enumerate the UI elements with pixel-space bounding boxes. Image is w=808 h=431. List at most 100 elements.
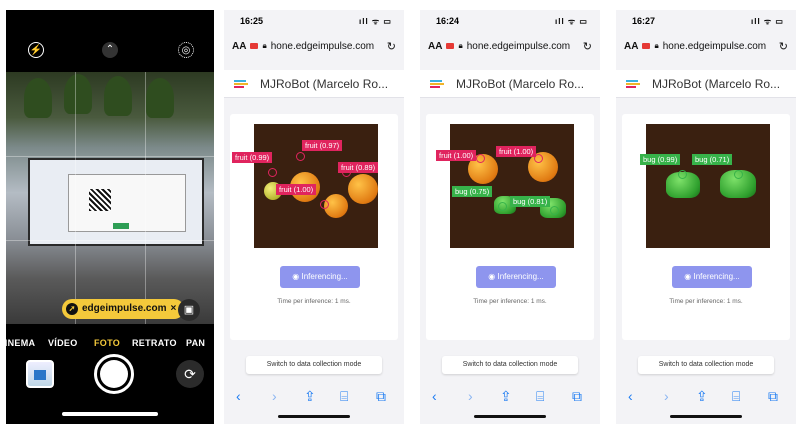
page-header: MJRoBot (Marcelo Ro... [616, 70, 796, 98]
edge-impulse-logo [234, 80, 248, 89]
camera-viewfinder[interactable] [6, 72, 214, 324]
address-bar[interactable]: AA 🔒︎ hone.edgeimpulse.com ↻ [424, 34, 596, 58]
close-icon[interactable]: × [170, 299, 176, 319]
chevron-up-icon[interactable]: ⌃ [102, 42, 118, 58]
camera-app: ⚡ ⌃ ◎ ➚ edgeimpulse.com × ▣ CINEMA VÍDEO… [6, 10, 214, 424]
green-button [113, 223, 129, 229]
inferencing-button[interactable]: ◉ Inferencing... [476, 266, 556, 288]
forward-icon[interactable]: › [664, 388, 669, 404]
back-icon[interactable]: ‹ [432, 388, 437, 404]
qr-code-pill[interactable]: ➚ edgeimpulse.com × [62, 299, 185, 319]
camera-in-use-icon [642, 43, 651, 49]
detection-marker [498, 202, 507, 211]
home-indicator [62, 412, 158, 416]
tabs-icon[interactable]: ⧉ [768, 388, 778, 405]
lock-icon: 🔒︎ [654, 41, 659, 50]
mode-pan[interactable]: PAN [186, 338, 205, 348]
text-size-button[interactable]: AA [428, 41, 442, 52]
detection-label: fruit (1.00) [276, 184, 317, 195]
plant [64, 74, 92, 114]
flip-camera-icon[interactable]: ⟳ [176, 360, 204, 388]
text-size-button[interactable]: AA [624, 41, 638, 52]
browser-toolbar: ‹ › ⇪ ⌸ ⧉ [420, 384, 600, 408]
reload-icon[interactable]: ↻ [387, 40, 396, 53]
share-icon[interactable]: ⇪ [304, 388, 316, 405]
detection-marker [296, 152, 305, 161]
bookmarks-icon[interactable]: ⌸ [732, 388, 740, 405]
signal-wifi-battery-icon: ıll ᯤ ▭ [555, 17, 588, 26]
detection-label: bug (0.75) [452, 186, 493, 197]
bookmarks-icon[interactable]: ⌸ [536, 388, 544, 405]
home-indicator [474, 415, 546, 418]
address-bar[interactable]: AA 🔒︎ hone.edgeimpulse.com ↻ [620, 34, 792, 58]
page-title: MJRoBot (Marcelo Ro... [652, 77, 781, 91]
switch-mode-button[interactable]: Switch to data collection mode [442, 356, 578, 374]
detection-marker [268, 168, 277, 177]
page-header: MJRoBot (Marcelo Ro... [224, 70, 404, 98]
switch-mode-button[interactable]: Switch to data collection mode [638, 356, 774, 374]
detection-marker [678, 170, 687, 179]
switch-mode-button[interactable]: Switch to data collection mode [246, 356, 382, 374]
url-text[interactable]: hone.edgeimpulse.com [271, 41, 374, 52]
inferencing-button[interactable]: ◉ Inferencing... [280, 266, 360, 288]
camera-in-use-icon [250, 43, 259, 49]
compass-icon: ➚ [66, 303, 78, 315]
inferencing-label: Inferencing... [693, 272, 740, 281]
reload-icon[interactable]: ↻ [779, 40, 788, 53]
share-icon[interactable]: ⇪ [500, 388, 512, 405]
flash-icon[interactable]: ⚡ [28, 42, 44, 58]
home-indicator [278, 415, 350, 418]
browser-screen-3: 16:27 ıll ᯤ ▭ AA 🔒︎ hone.edgeimpulse.com… [616, 10, 796, 424]
plant [146, 78, 174, 118]
share-icon[interactable]: ⇪ [696, 388, 708, 405]
tabs-icon[interactable]: ⧉ [376, 388, 386, 405]
shutter-button[interactable] [94, 354, 134, 394]
scan-text-icon[interactable]: ▣ [178, 299, 200, 321]
tabs-icon[interactable]: ⧉ [572, 388, 582, 405]
forward-icon[interactable]: › [468, 388, 473, 404]
inference-card: fruit (1.00) fruit (1.00) bug (0.75) bug… [426, 114, 594, 340]
time-per-inference: Time per inference: 1 ms. [277, 298, 351, 305]
detection-label: bug (0.99) [640, 154, 681, 165]
orange [348, 174, 378, 204]
detection-label: fruit (0.89) [338, 162, 379, 173]
edge-impulse-logo [626, 80, 640, 89]
browser-screen-2: 16:24 ıll ᯤ ▭ AA 🔒︎ hone.edgeimpulse.com… [420, 10, 600, 424]
plant [24, 78, 52, 118]
bookmarks-icon[interactable]: ⌸ [340, 388, 348, 405]
url-text[interactable]: hone.edgeimpulse.com [663, 41, 766, 52]
detection-marker [476, 154, 485, 163]
detection-marker [320, 200, 329, 209]
inferencing-button[interactable]: ◉ Inferencing... [672, 266, 752, 288]
detection-label: bug (0.71) [692, 154, 733, 165]
live-photo-icon[interactable]: ◎ [178, 42, 194, 58]
mode-cinema[interactable]: CINEMA [6, 338, 35, 348]
monitor-screen [28, 158, 204, 246]
inference-card: bug (0.99) bug (0.71) ◉ Inferencing... T… [622, 114, 790, 340]
text-size-button[interactable]: AA [232, 41, 246, 52]
photo-thumbnail[interactable] [26, 360, 54, 388]
qr-pill-label: edgeimpulse.com [82, 303, 167, 314]
mode-video[interactable]: VÍDEO [48, 338, 78, 348]
camera-in-use-icon [446, 43, 455, 49]
time-per-inference: Time per inference: 1 ms. [669, 298, 743, 305]
inference-card: fruit (0.97) fruit (0.99) fruit (0.89) f… [230, 114, 398, 340]
address-bar[interactable]: AA 🔒︎ hone.edgeimpulse.com ↻ [228, 34, 400, 58]
status-bar: 16:24 ıll ᯤ ▭ [420, 10, 600, 32]
detection-marker [734, 170, 743, 179]
camera-feed [646, 124, 770, 248]
qr-window [68, 174, 186, 232]
browser-screen-1: 16:25 ıll ᯤ ▭ AA 🔒︎ hone.edgeimpulse.com… [224, 10, 404, 424]
browser-toolbar: ‹ › ⇪ ⌸ ⧉ [616, 384, 796, 408]
url-text[interactable]: hone.edgeimpulse.com [467, 41, 570, 52]
inferencing-label: Inferencing... [497, 272, 544, 281]
mode-portrait[interactable]: RETRATO [132, 338, 177, 348]
forward-icon[interactable]: › [272, 388, 277, 404]
reload-icon[interactable]: ↻ [583, 40, 592, 53]
back-icon[interactable]: ‹ [628, 388, 633, 404]
mode-photo[interactable]: FOTO [94, 338, 120, 348]
clock: 16:24 [436, 16, 460, 26]
signal-wifi-battery-icon: ıll ᯤ ▭ [359, 17, 392, 26]
camera-mode-selector: CINEMA VÍDEO FOTO RETRATO PAN [6, 336, 214, 352]
back-icon[interactable]: ‹ [236, 388, 241, 404]
